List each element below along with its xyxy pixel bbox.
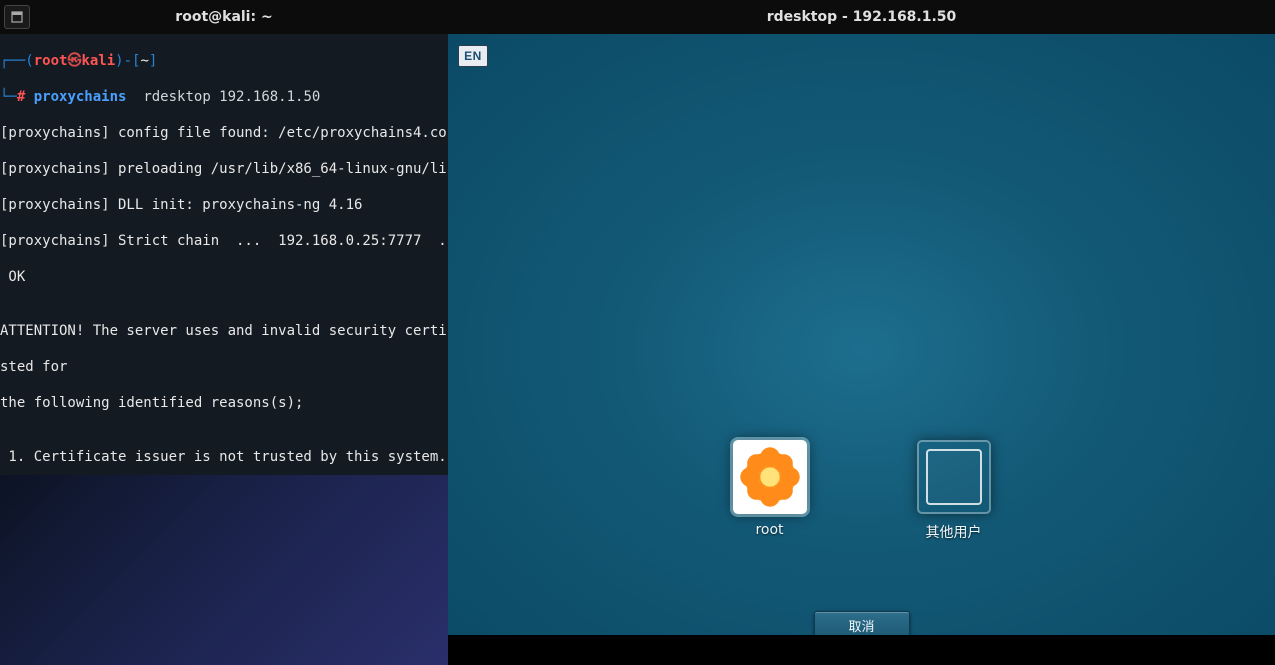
empty-avatar-icon: [926, 449, 982, 505]
term-line: the following identified reasons(s);: [0, 394, 448, 412]
rdesktop-window: rdesktop - 192.168.1.50 EN root 其他用户: [448, 0, 1275, 665]
rdp-login-screen: EN root 其他用户 取消: [448, 34, 1275, 665]
language-badge[interactable]: EN: [458, 45, 488, 67]
rdp-bottom-bar: [448, 635, 1275, 665]
terminal-title: root@kali: ~: [0, 9, 448, 25]
rdesktop-titlebar[interactable]: rdesktop - 192.168.1.50: [448, 0, 1275, 34]
user-label: 其他用户: [926, 522, 982, 542]
user-tile-root[interactable]: root: [733, 440, 807, 542]
rdesktop-title: rdesktop - 192.168.1.50: [767, 9, 957, 25]
term-line: 1. Certificate issuer is not trusted by …: [0, 448, 448, 466]
user-tile-other[interactable]: 其他用户: [917, 440, 991, 542]
avatar: [917, 440, 991, 514]
login-user-list: root 其他用户: [448, 440, 1275, 542]
term-line: [proxychains] config file found: /etc/pr…: [0, 124, 448, 142]
term-line: sted for: [0, 358, 448, 376]
terminal-titlebar[interactable]: root@kali: ~: [0, 0, 448, 34]
term-line: [proxychains] DLL init: proxychains-ng 4…: [0, 196, 448, 214]
term-line: [proxychains] preloading /usr/lib/x86_64…: [0, 160, 448, 178]
term-line: OK: [0, 268, 448, 286]
terminal-window: root@kali: ~ ┌──(root㉿kali)-[~] └─# prox…: [0, 0, 448, 475]
term-line: ATTENTION! The server uses and invalid s…: [0, 322, 448, 340]
prompt-line-1: ┌──(root㉿kali)-[~]: [0, 52, 448, 70]
avatar: [733, 440, 807, 514]
flower-icon: [739, 446, 801, 508]
user-label: root: [755, 522, 783, 538]
prompt-line-2: └─# proxychains rdesktop 192.168.1.50: [0, 88, 448, 106]
desktop-wallpaper: [0, 475, 448, 665]
term-line: [proxychains] Strict chain ... 192.168.0…: [0, 232, 448, 250]
